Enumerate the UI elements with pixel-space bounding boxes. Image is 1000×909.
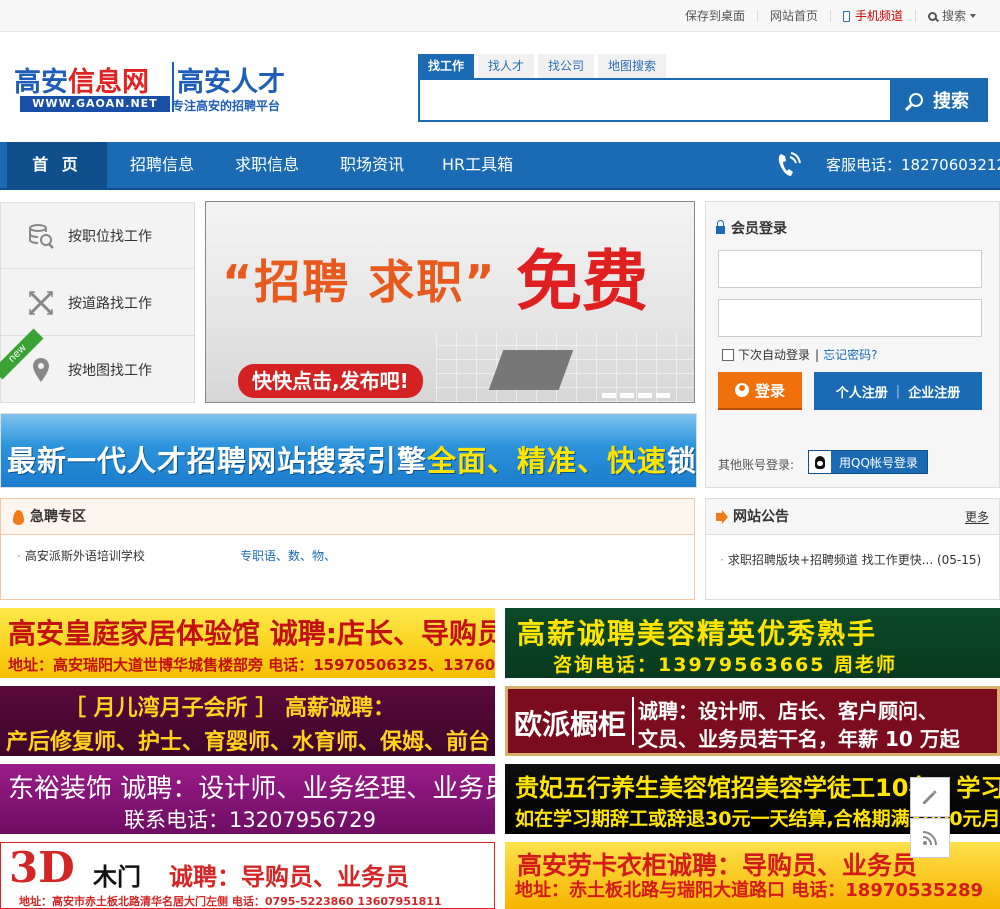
site-home-link[interactable]: 网站首页 bbox=[756, 10, 830, 22]
register-buttons: 个人注册 | 企业注册 bbox=[814, 372, 982, 410]
crossroad-icon bbox=[26, 288, 56, 318]
top-utility-bar: 保存到桌面 网站首页 手机频道 搜索 bbox=[0, 0, 1000, 32]
nav-home[interactable]: 首 页 bbox=[7, 142, 107, 188]
username-input[interactable] bbox=[718, 250, 982, 288]
ad-oppein-cabinet[interactable]: 欧派橱柜 诚聘：设计师、店长、客户顾问、 文员、业务员若干名，年薪 10 万起 bbox=[505, 686, 1000, 756]
menu-by-road[interactable]: 按道路找工作 bbox=[1, 270, 194, 336]
phone-handset-icon bbox=[778, 152, 801, 176]
urgent-company-link[interactable]: 高安派斯外语培训学校 bbox=[17, 547, 145, 564]
banner-dot[interactable] bbox=[620, 393, 634, 398]
tab-find-talent[interactable]: 找人才 bbox=[478, 54, 535, 78]
database-search-icon bbox=[26, 221, 56, 251]
menu-by-map[interactable]: 按地图找工作 new bbox=[0, 328, 194, 403]
tab-find-company[interactable]: 找公司 bbox=[538, 54, 595, 78]
user-icon bbox=[734, 383, 749, 397]
banner-free-text: 免费 bbox=[516, 243, 648, 320]
3d-logo: 3D bbox=[9, 843, 75, 892]
top-search-dropdown[interactable]: 搜索 bbox=[914, 10, 988, 22]
rss-icon bbox=[922, 831, 937, 846]
ad-huangting-home[interactable]: 高安皇庭家居体验馆 诚聘:店长、导购员、业务员 地址：高安瑞阳大道世博华城售楼部… bbox=[0, 608, 495, 678]
site-logo[interactable]: 高安信息网 WWW.GAOAN.NET 高安人才 专注高安的招聘平台 bbox=[14, 60, 299, 116]
member-login-panel: 会员登录 下次自动登录 | 忘记密码? 登录 个人注册 | 企业注册 其他账号登… bbox=[705, 201, 1000, 488]
chevron-down-icon bbox=[970, 14, 976, 18]
banner-dot[interactable] bbox=[656, 393, 670, 398]
qq-penguin-icon bbox=[809, 451, 831, 473]
banner-shape-decoration bbox=[488, 350, 574, 390]
logo-url: WWW.GAOAN.NET bbox=[20, 96, 170, 112]
flame-icon bbox=[13, 509, 24, 525]
search-button[interactable]: 搜索 bbox=[890, 78, 988, 122]
map-pin-icon bbox=[26, 355, 56, 385]
banner-dot[interactable] bbox=[638, 393, 652, 398]
rss-button[interactable] bbox=[910, 818, 950, 858]
nav-hr-tools[interactable]: HR工具箱 bbox=[442, 142, 513, 188]
slogan-text: 最新一代人才招聘网站搜索引擎全面、精准、快速锁定高薪 bbox=[7, 444, 697, 478]
urgent-hiring-section: 急聘专区 高安派斯外语培训学校 专职语、数、物、 bbox=[0, 498, 695, 600]
search-tabs: 找工作 找人才 找公司 地图搜索 bbox=[418, 54, 670, 78]
search-icon bbox=[927, 11, 937, 21]
personal-register-button[interactable]: 个人注册 bbox=[836, 382, 888, 401]
notice-item[interactable]: 求职招聘版块+招聘频道 找工作更快... (05-15) bbox=[720, 551, 981, 568]
nav-job-seeking[interactable]: 求职信息 bbox=[235, 142, 299, 188]
login-title: 会员登录 bbox=[716, 218, 787, 238]
notice-more-link[interactable]: 更多 bbox=[964, 511, 989, 524]
job-search-methods: 按职位找工作 按道路找工作 按地图找工作 new bbox=[0, 202, 195, 403]
remember-row: 下次自动登录 | 忘记密码? bbox=[722, 346, 877, 363]
ad-beauty-recruit[interactable]: 高薪诚聘美容精英优秀熟手 咨询电话：13979563665 周老师 bbox=[505, 608, 1000, 678]
urgent-jobs-link[interactable]: 专职语、数、物、 bbox=[240, 547, 336, 564]
company-register-button[interactable]: 企业注册 bbox=[908, 382, 960, 401]
ad-dongyu-decoration[interactable]: 东裕装饰 诚聘：设计师、业务经理、业务员 联系电话：13207956729 bbox=[0, 764, 495, 834]
hotline-text: 客服电话：18270603212 bbox=[826, 156, 1000, 174]
remember-checkbox[interactable] bbox=[722, 348, 734, 361]
feedback-button[interactable] bbox=[910, 777, 950, 817]
banner-dot[interactable] bbox=[602, 393, 616, 398]
speaker-icon bbox=[716, 513, 723, 521]
logo-title-right: 高安人才 bbox=[177, 67, 285, 98]
logo-title-left: 高安信息网 bbox=[14, 67, 149, 98]
ad-3d-wooden-door[interactable]: 3D 木门 诚聘：导购员、业务员 地址：高安市赤土板北路清华名居大门左侧 电话：… bbox=[0, 842, 495, 909]
banner-cta[interactable]: 快快点击,发布吧! bbox=[238, 364, 423, 398]
notice-header: 网站公告 更多 bbox=[706, 499, 999, 535]
notice-title: 网站公告 bbox=[733, 509, 789, 525]
edit-pencil-icon bbox=[923, 790, 937, 804]
mobile-channel-link[interactable]: 手机频道 bbox=[829, 10, 915, 22]
other-login-label: 其他账号登录: bbox=[718, 458, 795, 472]
top-links: 保存到桌面 网站首页 手机频道 搜索 bbox=[673, 0, 988, 32]
slogan-banner[interactable]: 最新一代人才招聘网站搜索引擎全面、精准、快速锁定高薪 bbox=[0, 413, 697, 488]
nav-career-news[interactable]: 职场资讯 bbox=[340, 142, 404, 188]
login-button[interactable]: 登录 bbox=[718, 372, 802, 410]
main-nav: 首 页 招聘信息 求职信息 职场资讯 HR工具箱 客服电话：1827060321… bbox=[0, 142, 1000, 190]
banner-pager bbox=[598, 393, 670, 398]
search-icon bbox=[909, 93, 923, 107]
nav-recruitment[interactable]: 招聘信息 bbox=[130, 142, 194, 188]
forgot-password-link[interactable]: 忘记密码? bbox=[823, 346, 877, 363]
urgent-title: 急聘专区 bbox=[30, 509, 86, 525]
search-input[interactable] bbox=[418, 78, 890, 122]
qq-login-button[interactable]: 用QQ帐号登录 bbox=[808, 450, 928, 474]
menu-by-position[interactable]: 按职位找工作 bbox=[1, 203, 194, 269]
logo-tagline: 专注高安的招聘平台 bbox=[172, 99, 281, 113]
save-to-desktop-link[interactable]: 保存到桌面 bbox=[673, 10, 757, 22]
mobile-phone-icon bbox=[842, 10, 850, 22]
urgent-header: 急聘专区 bbox=[1, 499, 694, 535]
tab-find-job[interactable]: 找工作 bbox=[418, 54, 475, 78]
site-notice-section: 网站公告 更多 求职招聘版块+招聘频道 找工作更快... (05-15) bbox=[705, 498, 1000, 600]
tab-map-search[interactable]: 地图搜索 bbox=[598, 54, 667, 78]
password-input[interactable] bbox=[718, 299, 982, 337]
promo-banner[interactable]: “招聘 求职” 免费 快快点击,发布吧! bbox=[205, 201, 695, 403]
banner-headline: “招聘 求职” bbox=[222, 255, 497, 309]
search-panel: 找工作 找人才 找公司 地图搜索 搜索 bbox=[418, 54, 988, 122]
ad-yueerwan-club[interactable]: ［ 月儿湾月子会所 ］ 高薪诚聘： 产后修复师、护士、育婴师、水育师、保姆、前台 bbox=[0, 686, 495, 756]
lock-icon bbox=[716, 220, 725, 234]
